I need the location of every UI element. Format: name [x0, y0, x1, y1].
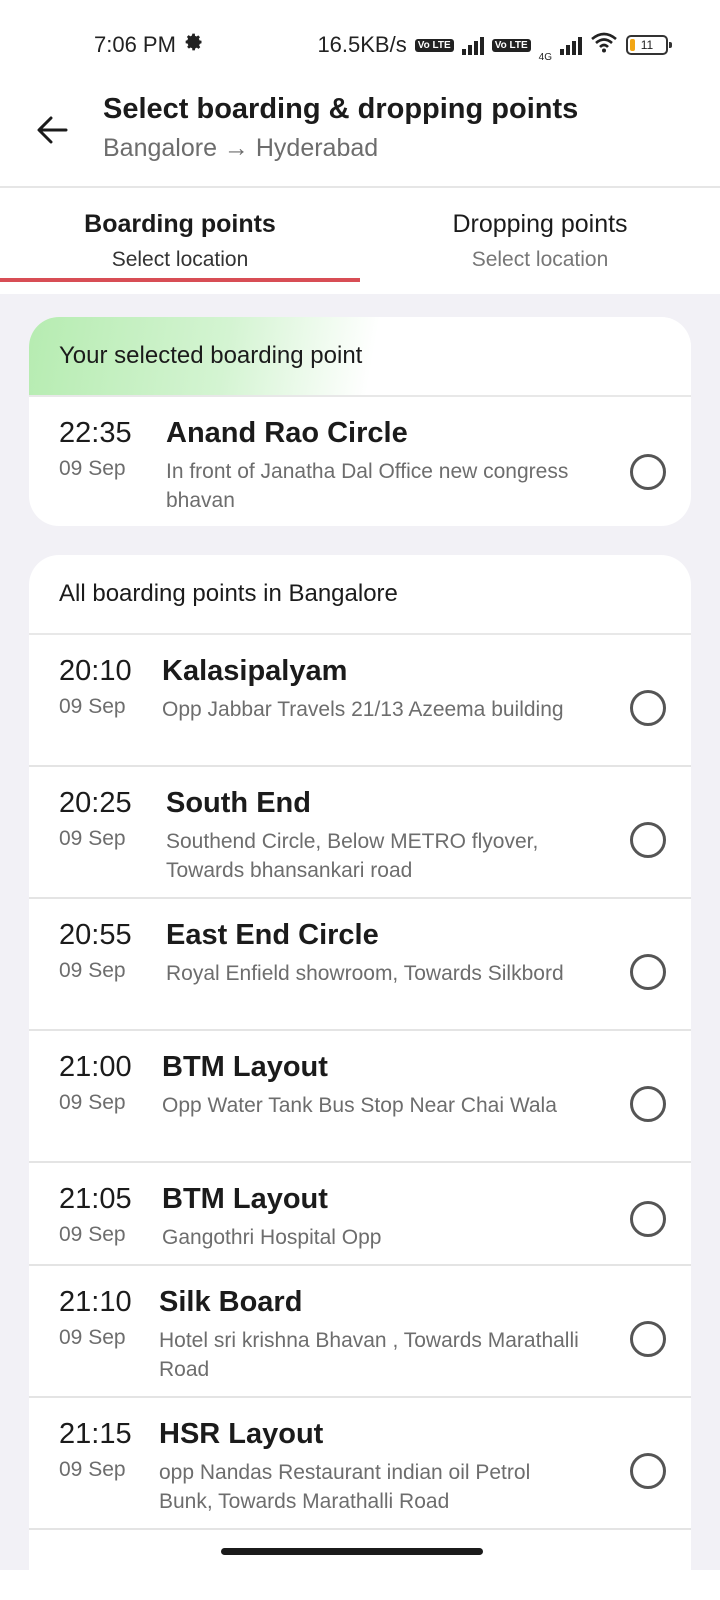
- point-date: 09 Sep: [59, 827, 126, 850]
- battery-icon: 11: [626, 35, 672, 55]
- point-time: 20:10: [59, 655, 132, 687]
- point-time: 21:10: [59, 1286, 132, 1318]
- clock: 7:06 PM: [94, 32, 176, 57]
- point-time: 21:00: [59, 1051, 132, 1083]
- point-date: 09 Sep: [59, 1223, 126, 1246]
- point-time: 22:35: [59, 417, 132, 449]
- home-indicator[interactable]: [221, 1548, 483, 1555]
- back-button[interactable]: [30, 108, 74, 152]
- radio-button[interactable]: [630, 1453, 666, 1489]
- boarding-point-row[interactable]: 22:35 09 Sep Anand Rao Circle In front o…: [29, 397, 691, 526]
- signal-2-icon: [560, 35, 582, 55]
- signal-1-icon: [461, 35, 484, 55]
- volte-badge-1: Vo LTE: [414, 38, 454, 52]
- point-date: 09 Sep: [59, 457, 126, 480]
- selected-boarding-card: Your selected boarding point 22:35 09 Se…: [29, 317, 691, 526]
- point-name: East End Circle: [166, 919, 379, 951]
- network-speed: 16.5KB/s: [317, 32, 407, 57]
- point-name: HSR Layout: [159, 1418, 324, 1450]
- point-date: 09 Sep: [59, 1326, 126, 1349]
- point-address: Southend Circle, Below METRO flyover, To…: [166, 830, 539, 882]
- radio-button[interactable]: [630, 822, 666, 858]
- tab-dropping-points[interactable]: Dropping points Select location: [360, 188, 720, 296]
- point-name: BTM Layout: [162, 1051, 328, 1083]
- boarding-point-row[interactable]: 21:15 09 Sep HSR Layout opp Nandas Resta…: [29, 1398, 691, 1530]
- point-name: BTM Layout: [162, 1183, 328, 1215]
- boarding-point-row[interactable]: 20:10 09 Sep Kalasipalyam Opp Jabbar Tra…: [29, 635, 691, 767]
- tab-label: Dropping points: [452, 210, 628, 238]
- point-address: Opp Jabbar Travels 21/13 Azeema building: [162, 698, 564, 721]
- card-heading: All boarding points in Bangalore: [29, 555, 691, 635]
- point-time: 20:25: [59, 787, 132, 819]
- radio-button[interactable]: [630, 1201, 666, 1237]
- tab-sublabel: Select location: [471, 248, 609, 271]
- tab-sublabel: Select location: [111, 248, 249, 271]
- boarding-point-row[interactable]: 21:10 09 Sep Silk Board Hotel sri krishn…: [29, 1266, 691, 1398]
- point-name: South End: [166, 787, 311, 819]
- point-time: 20:55: [59, 919, 132, 951]
- status-right: 16.5KB/s Vo LTE Vo LTE 4G 11: [317, 28, 672, 63]
- radio-button[interactable]: [630, 1086, 666, 1122]
- point-time: 21:15: [59, 1418, 132, 1450]
- arrow-left-icon: [37, 116, 68, 144]
- point-address: Royal Enfield showroom, Towards Silkbord: [166, 962, 564, 985]
- point-address: opp Nandas Restaurant indian oil Petrol …: [159, 1461, 531, 1513]
- point-date: 09 Sep: [59, 695, 126, 718]
- wifi-icon: [590, 31, 618, 59]
- point-address: Gangothri Hospital Opp: [162, 1226, 382, 1249]
- card-heading: Your selected boarding point: [29, 317, 691, 397]
- point-date: 09 Sep: [59, 1458, 126, 1481]
- point-date: 09 Sep: [59, 959, 126, 982]
- tab-bar: Boarding points Select location Dropping…: [0, 188, 720, 296]
- boarding-point-row[interactable]: 20:55 09 Sep East End Circle Royal Enfie…: [29, 899, 691, 1031]
- radio-button[interactable]: [630, 454, 666, 490]
- settings-gear-icon: [184, 32, 204, 58]
- content-area: Your selected boarding point 22:35 09 Se…: [0, 294, 720, 1570]
- radio-button[interactable]: [630, 954, 666, 990]
- point-name: Kalasipalyam: [162, 655, 348, 687]
- radio-button[interactable]: [630, 690, 666, 726]
- point-time: 21:05: [59, 1183, 132, 1215]
- tab-boarding-points[interactable]: Boarding points Select location: [0, 188, 360, 296]
- radio-button[interactable]: [630, 1321, 666, 1357]
- active-tab-indicator: [0, 278, 360, 282]
- point-address: In front of Janatha Dal Office new congr…: [166, 460, 569, 512]
- point-address: Opp Water Tank Bus Stop Near Chai Wala: [162, 1094, 557, 1117]
- network-type: 4G: [538, 51, 552, 63]
- route-subtitle: Bangalore → Hyderabad: [103, 134, 379, 162]
- point-name: Anand Rao Circle: [166, 417, 408, 449]
- point-date: 09 Sep: [59, 1091, 126, 1114]
- header: Select boarding & dropping points Bangal…: [0, 90, 720, 188]
- status-bar: 7:06 PM 16.5KB/s Vo LTE Vo LTE 4G 11: [0, 0, 720, 90]
- point-name: Silk Board: [159, 1286, 303, 1318]
- boarding-point-row[interactable]: 21:00 09 Sep BTM Layout Opp Water Tank B…: [29, 1031, 691, 1163]
- boarding-point-row[interactable]: 21:05 09 Sep BTM Layout Gangothri Hospit…: [29, 1163, 691, 1266]
- volte-badge-2: Vo LTE: [491, 38, 531, 52]
- tab-label: Boarding points: [84, 210, 276, 238]
- all-boarding-points-card: All boarding points in Bangalore 20:10 0…: [29, 555, 691, 1570]
- boarding-point-row[interactable]: 20:25 09 Sep South End Southend Circle, …: [29, 767, 691, 899]
- page-title: Select boarding & dropping points: [103, 93, 579, 125]
- status-left: 7:06 PM: [94, 32, 204, 58]
- battery-level: 11: [640, 38, 654, 52]
- point-address: Hotel sri krishna Bhavan , Towards Marat…: [159, 1329, 579, 1381]
